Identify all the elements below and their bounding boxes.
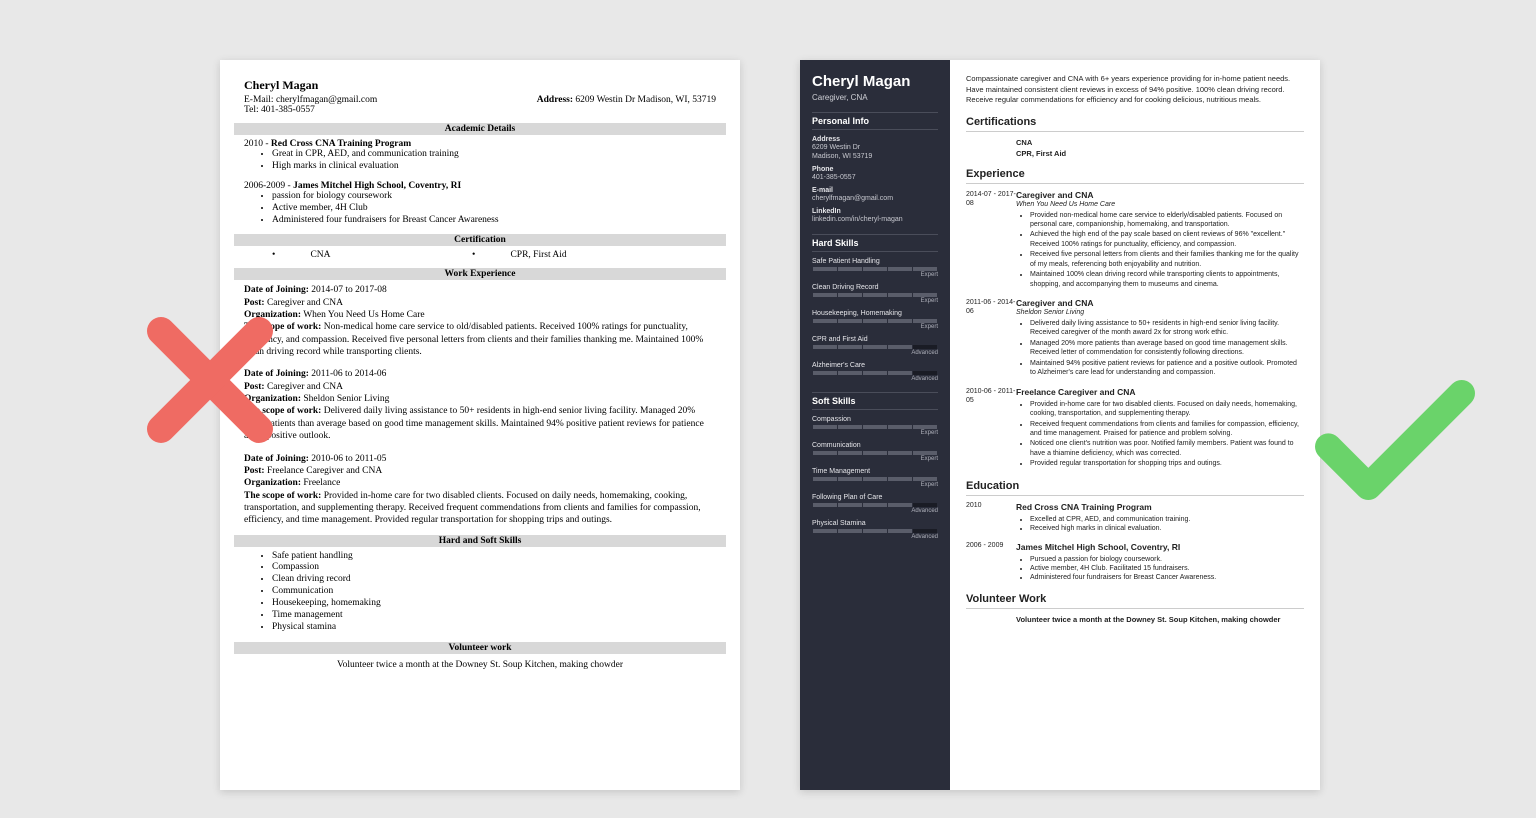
skill-item: CPR and First Aid Advanced [812,336,938,356]
cert-header: Certifications [966,116,1304,132]
skill-item: Following Plan of Care Advanced [812,494,938,514]
exp-header: Experience [966,168,1304,184]
sidebar-hard-header: Hard Skills [812,234,938,252]
skill-item: Time Management Expert [812,468,938,488]
section-work: Work Experience [234,268,726,280]
exp-item: 2011-06 - 2014-06 Caregiver and CNASheld… [966,298,1304,379]
name: Cheryl Magan [244,78,716,93]
sidebar-soft-header: Soft Skills [812,392,938,410]
exp-item: 2010-06 - 2011-05 Freelance Caregiver an… [966,387,1304,470]
title: Caregiver, CNA [812,93,938,102]
section-skills: Hard and Soft Skills [234,535,726,547]
check-mark-icon [1315,370,1475,510]
edu-item: 2010 Red Cross CNA Training Program Exce… [966,502,1304,534]
resume-bad: Cheryl Magan E-Mail: cherylfmagan@gmail.… [220,60,740,790]
skill-item: Communication Expert [812,442,938,462]
exp-item: 2014-07 - 2017-08 Caregiver and CNAWhen … [966,190,1304,291]
edu-item: 2006 - 2009 James Mitchel High School, C… [966,542,1304,583]
sidebar-personal-header: Personal Info [812,112,938,130]
skill-item: Physical Stamina Advanced [812,520,938,540]
section-volunteer: Volunteer work [234,642,726,654]
main-content: Compassionate caregiver and CNA with 6+ … [950,60,1320,790]
resume-good: Cheryl Magan Caregiver, CNA Personal Inf… [800,60,1320,790]
skill-item: Alzheimer's Care Advanced [812,362,938,382]
summary: Compassionate caregiver and CNA with 6+ … [966,74,1304,106]
name: Cheryl Magan [812,74,938,91]
skill-item: Compassion Expert [812,416,938,436]
skill-item: Housekeeping, Homemaking Expert [812,310,938,330]
section-academic: Academic Details [234,123,726,135]
edu-header: Education [966,480,1304,496]
sidebar: Cheryl Magan Caregiver, CNA Personal Inf… [800,60,950,790]
x-mark-icon [140,310,280,450]
skill-item: Safe Patient Handling Expert [812,258,938,278]
contact-row: E-Mail: cherylfmagan@gmail.com Address: … [244,95,716,105]
section-cert: Certification [234,234,726,246]
vol-header: Volunteer Work [966,593,1304,609]
skill-item: Clean Driving Record Expert [812,284,938,304]
